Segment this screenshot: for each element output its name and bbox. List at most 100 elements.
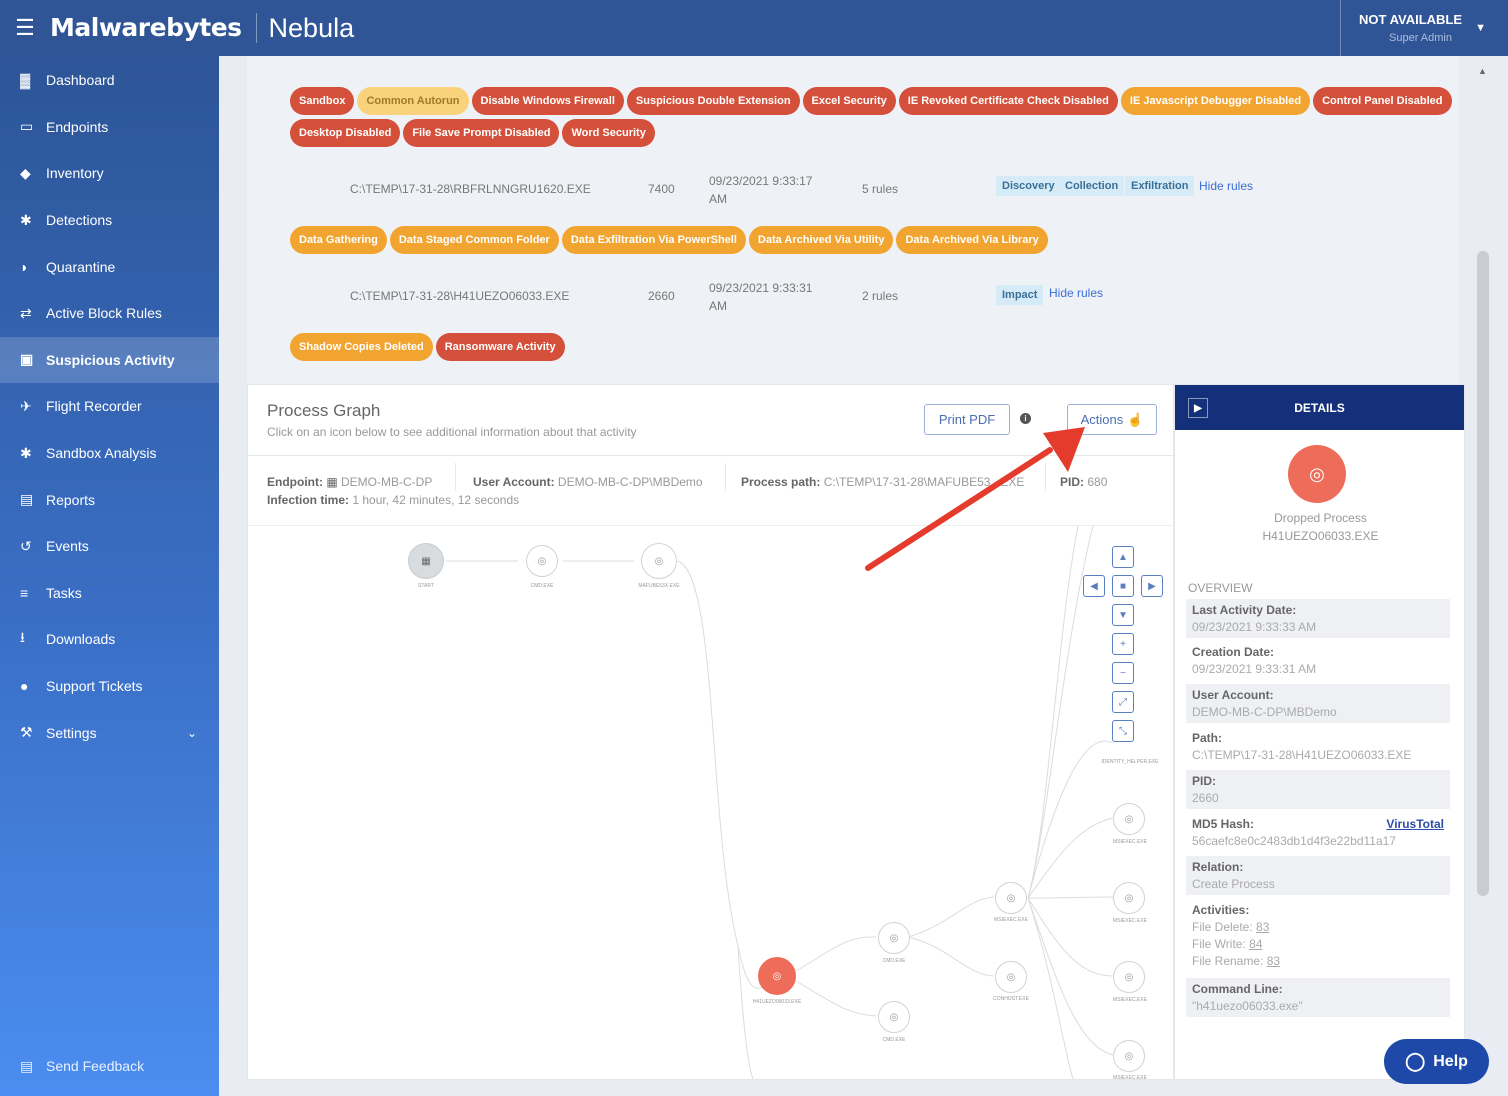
actions-button[interactable]: Actions ☝ [1067, 404, 1157, 435]
node-label: MSIEXEC.EXE [1113, 918, 1147, 924]
sidebar-item-detections[interactable]: ✱ Detections [0, 197, 219, 244]
process-row-2[interactable]: C:\TEMP\17-31-28\H41UEZO06033.EXE 2660 0… [290, 277, 1430, 317]
edge [677, 560, 777, 989]
process-date: 09/23/2021 9:33:31 [709, 281, 813, 295]
send-feedback-link[interactable]: ▤ Send Feedback [0, 1046, 219, 1086]
center-button[interactable]: ■ [1112, 575, 1134, 597]
process-row-1[interactable]: C:\TEMP\17-31-28\RBFRLNNGRU1620.EXE 7400… [290, 170, 1430, 210]
rule-tag[interactable]: IE Revoked Certificate Check Disabled [898, 87, 1118, 115]
tag-icon: ◆ [20, 164, 31, 181]
sidebar-item-support-tickets[interactable]: ● Support Tickets [0, 663, 219, 710]
scroll-thumb[interactable] [1477, 251, 1489, 896]
rule-tag[interactable]: Data Exfiltration Via PowerShell [561, 226, 746, 254]
rule-tag[interactable]: Common Autorun [357, 87, 469, 115]
rule-tag[interactable]: Data Archived Via Utility [748, 226, 894, 254]
process-node[interactable]: ◎ [878, 922, 910, 954]
chevron-right-icon[interactable]: ▶ [1188, 398, 1208, 418]
page-scrollbar[interactable]: ▲ [1473, 66, 1493, 1096]
rule-tag[interactable]: Sandbox [290, 87, 355, 115]
sidebar-item-settings[interactable]: ⚒ Settings ⌄ [0, 709, 219, 756]
rule-tag[interactable]: Suspicious Double Extension [626, 87, 800, 115]
rule-tag[interactable]: IE Javascript Debugger Disabled [1120, 87, 1311, 115]
start-node[interactable]: ▦ [408, 543, 444, 579]
file-delete-link[interactable]: 83 [1256, 920, 1269, 934]
meta-divider [1045, 463, 1046, 491]
hamburger-menu-icon[interactable]: ☰ [0, 15, 50, 41]
node-label: MSIEXEC.EXE [1113, 997, 1147, 1003]
rule-tag[interactable]: Word Security [562, 119, 655, 147]
file-write-link[interactable]: 84 [1249, 937, 1262, 951]
sidebar-item-dashboard[interactable]: ▓ Dashboard [0, 57, 219, 104]
rule-tag[interactable]: Ransomware Activity [435, 333, 565, 361]
list-icon: ≡ [20, 584, 29, 601]
process-node[interactable]: ◎ [878, 1001, 910, 1033]
endpoint-label: Endpoint: [267, 475, 323, 489]
sidebar-item-flight-recorder[interactable]: ✈ Flight Recorder [0, 383, 219, 430]
process-node[interactable]: ◎ [1113, 882, 1145, 914]
sidebar-item-quarantine[interactable]: ◗ Quarantine [0, 243, 219, 290]
sidebar-item-sandbox-analysis[interactable]: ✱ Sandbox Analysis [0, 430, 219, 477]
rule-tag[interactable]: Shadow Copies Deleted [290, 333, 433, 361]
caret-down-icon[interactable]: ▼ [1475, 22, 1486, 34]
sidebar-item-reports[interactable]: ▤ Reports [0, 476, 219, 523]
rule-tag[interactable]: Excel Security [802, 87, 896, 115]
process-node[interactable]: ◎ [995, 961, 1027, 993]
sidebar-item-downloads[interactable]: ⭳ Downloads [0, 616, 219, 663]
rule-tag[interactable]: Data Archived Via Library [896, 226, 1048, 254]
rule-tag[interactable]: Control Panel Disabled [1313, 87, 1452, 115]
sidebar-item-suspicious-activity[interactable]: ▣ Suspicious Activity [0, 336, 219, 384]
rule-tag[interactable]: File Save Prompt Disabled [403, 119, 560, 147]
help-button[interactable]: ◯ Help [1384, 1039, 1489, 1084]
process-node[interactable]: ◎ [641, 543, 677, 579]
pan-up-button[interactable]: ▲ [1112, 546, 1134, 568]
zoom-in-button[interactable]: + [1112, 633, 1134, 655]
field-label: Command Line: [1192, 982, 1283, 996]
pan-down-button[interactable]: ▼ [1112, 604, 1134, 626]
user-menu[interactable]: NOT AVAILABLE Super Admin ▼ [1340, 0, 1508, 56]
rule-tag[interactable]: Disable Windows Firewall [471, 87, 624, 115]
file-delete-label: File Delete: [1192, 920, 1253, 934]
process-node[interactable]: ◎ [995, 882, 1027, 914]
pan-right-button[interactable]: ▶ [1141, 575, 1163, 597]
sidebar-item-events[interactable]: ↺ Events [0, 523, 219, 570]
process-node[interactable]: ◎ [1113, 803, 1145, 835]
sidebar-item-tasks[interactable]: ≡ Tasks [0, 570, 219, 617]
chevron-down-icon[interactable]: ⌄ [187, 726, 197, 740]
category-badge: Discovery [996, 176, 1061, 196]
sidebar-item-label: Settings [46, 724, 97, 741]
file-delete-line: File Delete: 83 [1192, 920, 1444, 934]
sidebar-item-label: Tasks [46, 584, 82, 601]
file-write-label: File Write: [1192, 937, 1246, 951]
sidebar-item-active-block-rules[interactable]: ⇄ Active Block Rules [0, 290, 219, 337]
rule-tag[interactable]: Data Gathering [290, 226, 387, 254]
process-node[interactable]: ◎ [1113, 1040, 1145, 1072]
collapse-icon[interactable]: ⤡ [1112, 720, 1134, 742]
hide-rules-link[interactable]: Hide rules [1049, 286, 1103, 300]
info-icon[interactable]: i [1020, 413, 1031, 424]
rule-tag[interactable]: Data Staged Common Folder [389, 226, 559, 254]
meta-divider [725, 463, 726, 491]
rule-tags-row-3: Data Gathering Data Staged Common Folder D… [290, 226, 1048, 254]
help-chat-icon: ◯ [1405, 1051, 1426, 1071]
print-pdf-button[interactable]: Print PDF [924, 404, 1010, 435]
rule-tag[interactable]: Desktop Disabled [290, 119, 401, 147]
sidebar-item-inventory[interactable]: ◆ Inventory [0, 150, 219, 197]
scroll-up-icon[interactable]: ▲ [1478, 66, 1487, 76]
user-account-field: User Account: DEMO-MB-C-DP\MBDemo [1186, 684, 1450, 723]
zoom-out-button[interactable]: − [1112, 662, 1134, 684]
expand-icon[interactable]: ⤢ [1112, 691, 1134, 713]
file-rename-link[interactable]: 83 [1267, 954, 1280, 968]
sidebar: ▓ Dashboard ▭ Endpoints ◆ Inventory ✱ Detection… [0, 56, 219, 1096]
brand-logo[interactable]: Malwarebytes [50, 13, 257, 43]
process-path: C:\TEMP\17-31-28\RBFRLNNGRU1620.EXE [350, 182, 591, 196]
pid-value: 680 [1087, 475, 1108, 489]
top-bar: ☰ Malwarebytes Nebula NOT AVAILABLE Supe… [0, 0, 1508, 56]
sidebar-item-label: Events [46, 538, 89, 555]
pan-left-button[interactable]: ◀ [1083, 575, 1105, 597]
dropped-process-node[interactable]: ◎ [758, 957, 796, 995]
process-node[interactable]: ◎ [526, 545, 558, 577]
hide-rules-link[interactable]: Hide rules [1199, 179, 1253, 193]
virustotal-link[interactable]: VirusTotal [1386, 817, 1444, 831]
sidebar-item-endpoints[interactable]: ▭ Endpoints [0, 104, 219, 151]
process-node[interactable]: ◎ [1113, 961, 1145, 993]
